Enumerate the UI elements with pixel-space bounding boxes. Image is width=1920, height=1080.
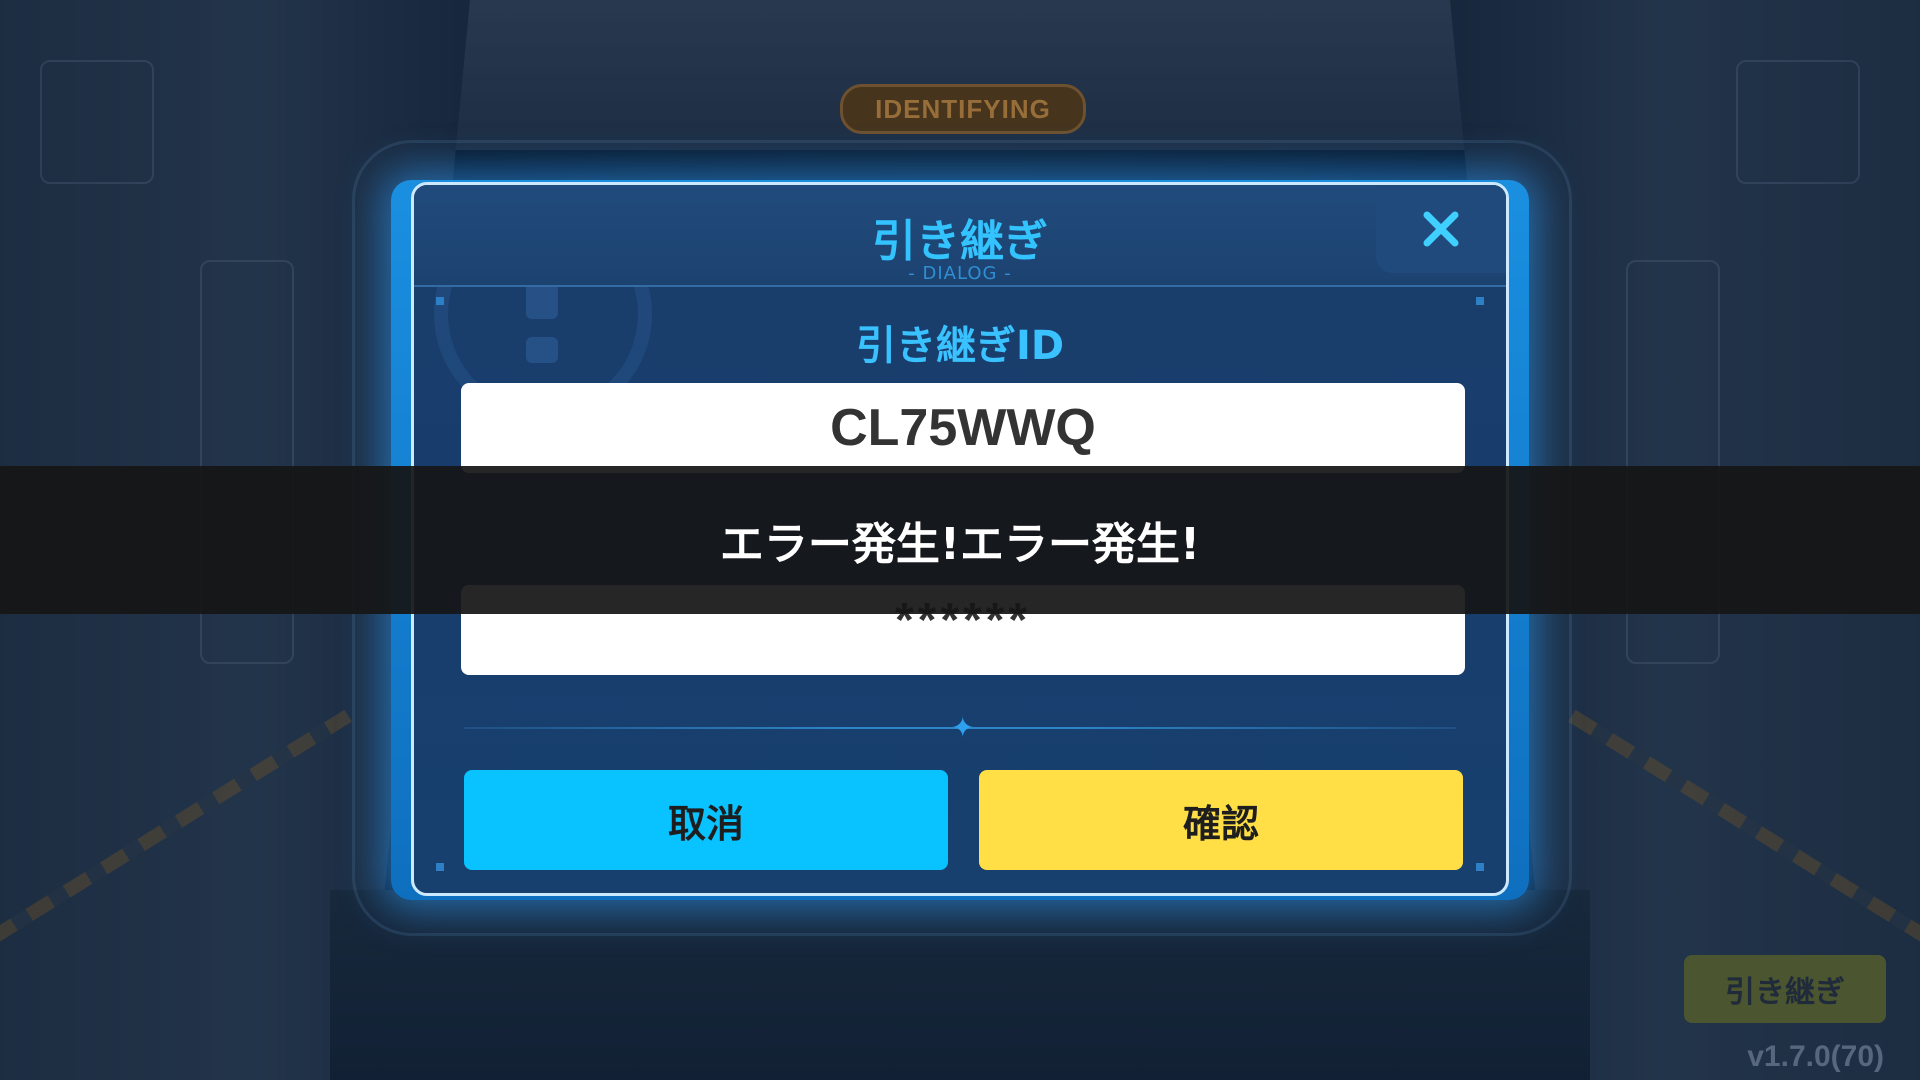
corner-decoration <box>1476 863 1484 871</box>
close-icon <box>1423 211 1459 247</box>
confirm-button[interactable]: 確認 <box>979 770 1463 870</box>
handover-id-input[interactable]: CL75WWQ <box>461 383 1465 473</box>
dialog-subtitle: - DIALOG - <box>908 263 1012 284</box>
corner-decoration <box>436 863 444 871</box>
handover-button[interactable]: 引き継ぎ <box>1684 955 1886 1023</box>
dialog-title: 引き継ぎ <box>872 216 1048 267</box>
corner-decoration <box>1476 297 1484 305</box>
close-button[interactable] <box>1376 185 1506 273</box>
error-toast: エラー発生!エラー発生! <box>0 466 1920 614</box>
cancel-button[interactable]: 取消 <box>464 770 948 870</box>
sparkle-icon: ✦ <box>951 711 975 744</box>
version-label: v1.7.0(70) <box>1747 1040 1884 1073</box>
dialog-header: 引き継ぎ - DIALOG - <box>414 185 1506 287</box>
corner-decoration <box>436 297 444 305</box>
handover-id-label: 引き継ぎID <box>855 323 1065 369</box>
